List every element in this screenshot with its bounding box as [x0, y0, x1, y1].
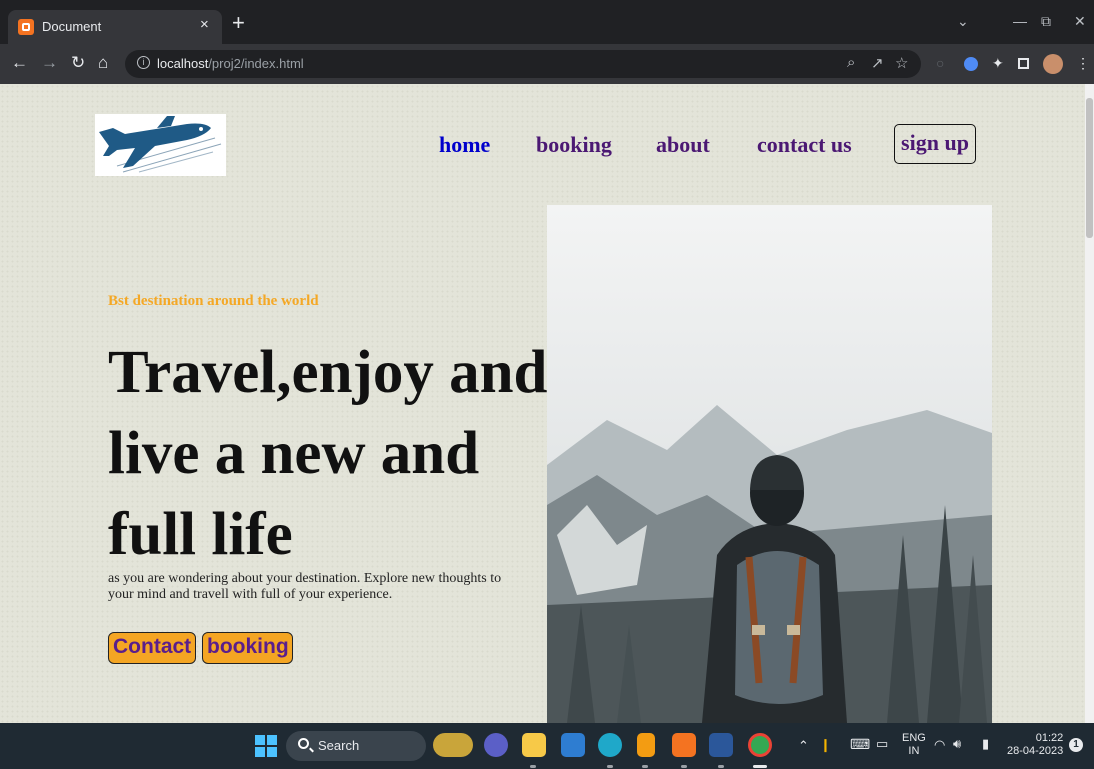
- file-explorer-icon[interactable]: [522, 733, 546, 757]
- airplane-logo[interactable]: [95, 114, 226, 176]
- extensions-puzzle-icon[interactable]: ✦: [992, 55, 1004, 72]
- tab-close-button[interactable]: ×: [200, 16, 209, 33]
- keyboard-icon[interactable]: ⌨: [850, 736, 870, 753]
- wifi-icon[interactable]: ◠: [934, 737, 945, 753]
- browser-tab[interactable]: Document ×: [8, 10, 222, 44]
- widgets-icon[interactable]: [433, 733, 473, 757]
- mail-icon[interactable]: [561, 733, 585, 757]
- airplane-icon: [99, 116, 222, 173]
- minimize-button[interactable]: —: [1013, 13, 1027, 29]
- edge-icon[interactable]: [598, 733, 622, 757]
- back-arrow-icon[interactable]: ←: [11, 53, 28, 73]
- clock-date: 28-04-2023: [1007, 745, 1064, 757]
- address-bar[interactable]: i localhost/proj2/index.html ⌕ ↗ ☆: [125, 50, 921, 78]
- windows-taskbar: Search ⌃ ❙ ⌨ ▭ ENG IN ◠ 🔊︎ ▮ 01:22 28-04…: [0, 723, 1094, 769]
- tab-strip: Document × + ⌄ — ⧉ ✕: [0, 0, 1094, 44]
- tab-title: Document: [42, 19, 102, 34]
- menu-kebab-icon[interactable]: ⋮: [1076, 55, 1090, 72]
- profile-avatar[interactable]: [1043, 54, 1063, 74]
- volume-icon[interactable]: 🔊︎: [953, 736, 961, 752]
- page-viewport: home booking about contact us sign up Bs…: [0, 84, 1094, 723]
- sign-up-button[interactable]: sign up: [894, 124, 976, 164]
- browser-toolbar: ← → ↻ ⌂ i localhost/proj2/index.html ⌕ ↗…: [0, 44, 1094, 84]
- close-window-button[interactable]: ✕: [1074, 13, 1086, 30]
- restore-button[interactable]: ⧉: [1041, 13, 1051, 30]
- extension-circle-icon[interactable]: ○: [936, 55, 944, 71]
- xampp-favicon-icon: [18, 19, 34, 35]
- nav-about[interactable]: about: [656, 132, 710, 158]
- url-path: /proj2/index.html: [208, 56, 304, 71]
- tab-search-chevron-icon[interactable]: ⌄: [957, 13, 969, 30]
- site-info-icon[interactable]: i: [137, 56, 150, 69]
- nav-booking[interactable]: booking: [536, 132, 612, 158]
- running-indicator: [681, 765, 687, 768]
- share-icon[interactable]: ↗: [871, 54, 884, 72]
- active-indicator: [753, 765, 767, 768]
- xampp-icon[interactable]: [672, 733, 696, 757]
- search-icon: [298, 738, 309, 749]
- windows-start-icon[interactable]: [255, 735, 277, 757]
- contact-button[interactable]: Contact: [108, 632, 196, 664]
- show-hidden-icons-chevron-icon[interactable]: ⌃: [798, 738, 809, 754]
- nav-contact-us[interactable]: contact us: [757, 132, 852, 158]
- forward-arrow-icon[interactable]: →: [41, 53, 58, 73]
- url-text[interactable]: localhost/proj2/index.html: [157, 56, 304, 71]
- sublime-text-icon[interactable]: [637, 733, 655, 757]
- display-icon[interactable]: ▭: [876, 736, 888, 752]
- new-tab-button[interactable]: +: [232, 12, 245, 34]
- running-indicator: [642, 765, 648, 768]
- hero-headline: Travel,enjoy and live a new and full lif…: [108, 339, 548, 568]
- word-icon[interactable]: [709, 733, 733, 757]
- running-indicator: [718, 765, 724, 768]
- url-host: localhost: [157, 56, 209, 71]
- extension-blue-icon[interactable]: [964, 57, 978, 71]
- scrollbar-thumb[interactable]: [1086, 98, 1093, 238]
- tray-app-icon[interactable]: ❙: [820, 737, 831, 753]
- reload-icon[interactable]: ↻: [71, 53, 85, 73]
- nav-home[interactable]: home: [439, 132, 490, 158]
- booking-button[interactable]: booking: [202, 632, 293, 664]
- clock-time: 01:22: [1035, 732, 1064, 744]
- page-scrollbar[interactable]: [1085, 84, 1094, 723]
- language-code: ENG: [902, 732, 926, 744]
- hiker-mountain-image: [547, 205, 992, 723]
- battery-icon[interactable]: ▮: [982, 736, 989, 752]
- hero-description: as you are wondering about your destinat…: [108, 571, 502, 602]
- chrome-icon[interactable]: [748, 733, 772, 757]
- running-indicator: [607, 765, 613, 768]
- side-panel-icon[interactable]: [1018, 58, 1029, 69]
- tagline: Bst destination around the world: [108, 293, 319, 309]
- chat-icon[interactable]: [484, 733, 508, 757]
- bookmark-star-icon[interactable]: ☆: [895, 54, 908, 72]
- language-indicator[interactable]: ENG IN: [902, 732, 926, 758]
- search-label: Search: [318, 738, 360, 753]
- home-icon[interactable]: ⌂: [98, 53, 108, 73]
- running-indicator: [530, 765, 536, 768]
- taskbar-search[interactable]: Search: [286, 731, 426, 761]
- zoom-icon[interactable]: ⌕: [847, 54, 855, 71]
- notification-badge[interactable]: 1: [1069, 738, 1083, 752]
- clock[interactable]: 01:22 28-04-2023: [1007, 732, 1063, 758]
- region-code: IN: [908, 745, 920, 757]
